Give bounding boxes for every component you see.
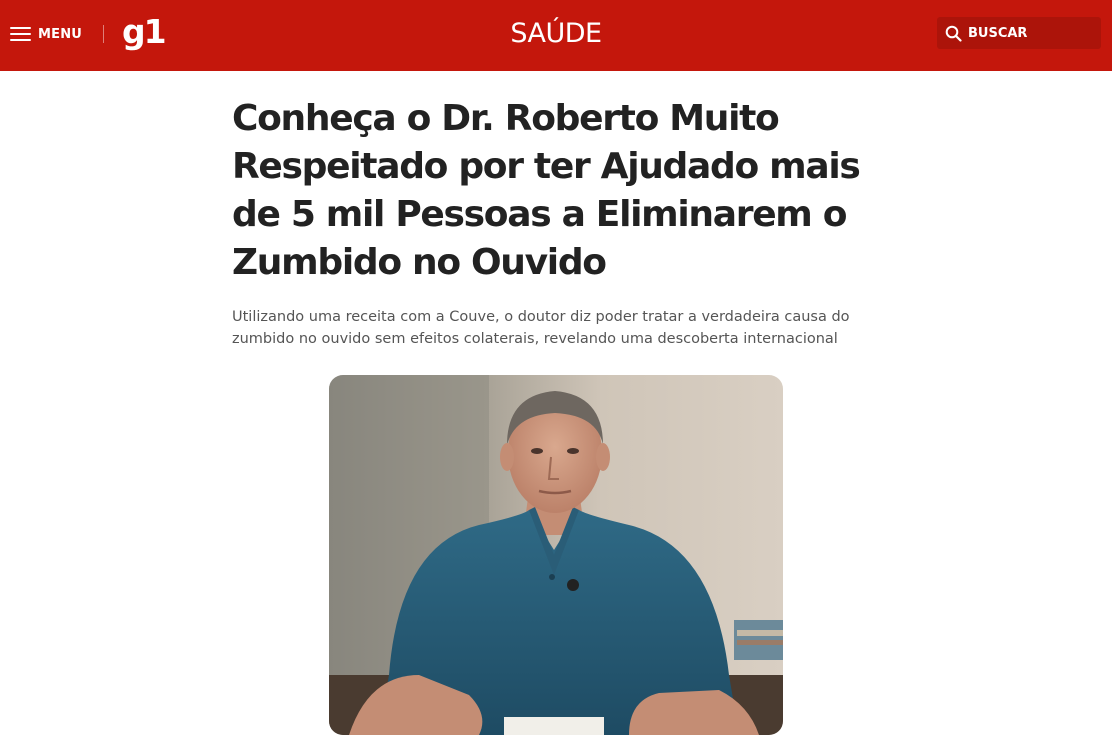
- article: Conheça o Dr. Roberto Muito Respeitado p…: [232, 95, 882, 350]
- article-headline: Conheça o Dr. Roberto Muito Respeitado p…: [232, 98, 861, 283]
- search-icon: [945, 25, 962, 42]
- article-photo-doctor: [329, 375, 783, 735]
- search-label: BUSCAR: [968, 25, 1028, 41]
- article-summary: Utilizando uma receita com a Couve, o do…: [232, 309, 850, 347]
- search-button[interactable]: BUSCAR: [937, 17, 1101, 49]
- top-navigation-bar: MENU g1 SAÚDE BUSCAR: [0, 0, 1112, 71]
